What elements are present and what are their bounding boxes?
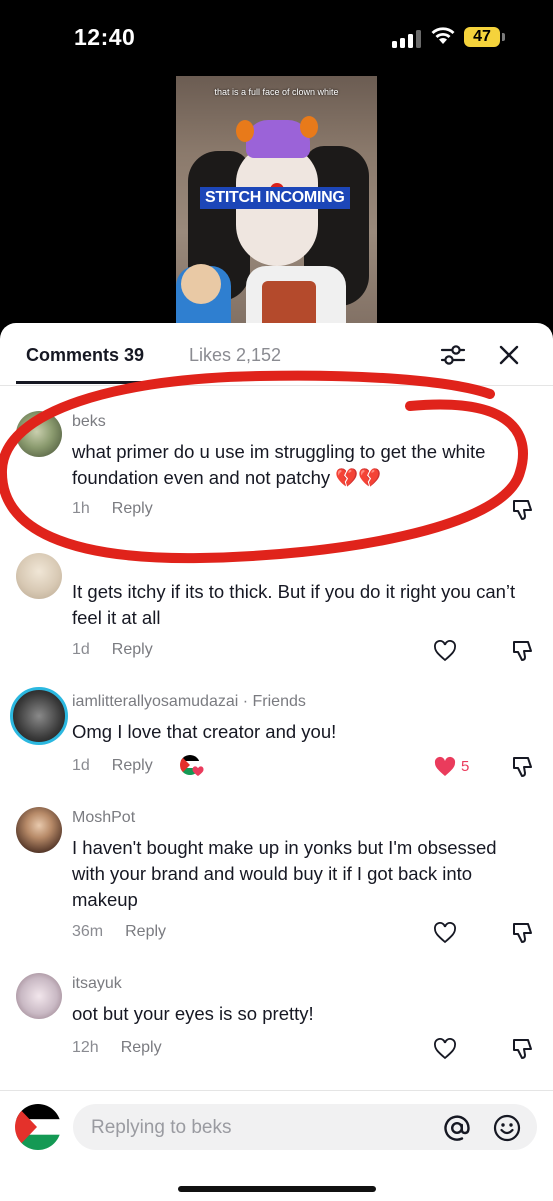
comment-username[interactable]: MoshPot xyxy=(72,809,135,827)
status-time: 12:40 xyxy=(74,24,136,50)
battery-tip xyxy=(502,33,505,41)
filter-icon[interactable] xyxy=(440,343,466,367)
active-tab-indicator xyxy=(16,381,164,384)
comment-meta: 36m Reply xyxy=(72,923,166,941)
comment-text: I haven't bought make up in yonks but I'… xyxy=(72,837,497,910)
close-icon[interactable] xyxy=(498,344,520,366)
reply-bar: Replying to beks xyxy=(0,1090,553,1201)
dislike-icon[interactable] xyxy=(510,639,534,663)
heart-icon[interactable] xyxy=(433,922,457,944)
comment-text: oot but your eyes is so pretty! xyxy=(72,1003,314,1024)
comment-input-placeholder: Replying to beks xyxy=(91,1117,232,1138)
avatar[interactable] xyxy=(16,553,62,599)
battery-indicator: 47 xyxy=(464,27,500,47)
comment-text: Omg I love that creator and you! xyxy=(72,721,337,742)
comments-sheet: Comments 39 Likes 2,152 beks what primer… xyxy=(0,323,553,1200)
emoji-icon[interactable] xyxy=(493,1114,521,1142)
heart-icon[interactable] xyxy=(433,640,457,662)
comment-username[interactable]: beks xyxy=(72,413,106,431)
tab-bar: Comments 39 Likes 2,152 xyxy=(0,323,553,386)
avatar[interactable] xyxy=(10,687,68,745)
reply-button[interactable]: Reply xyxy=(121,1039,162,1056)
reply-button[interactable]: Reply xyxy=(112,500,153,517)
avatar[interactable] xyxy=(16,807,62,853)
at-icon[interactable] xyxy=(443,1114,471,1142)
comment-text: It gets itchy if its to thick. But if yo… xyxy=(72,581,516,628)
video-banner: STITCH INCOMING xyxy=(200,187,350,209)
dislike-icon[interactable] xyxy=(510,498,534,522)
palestine-flag-icon[interactable] xyxy=(15,1104,61,1150)
reply-button[interactable]: Reply xyxy=(112,757,153,774)
reply-button[interactable]: Reply xyxy=(125,923,166,940)
comment-input[interactable]: Replying to beks xyxy=(73,1104,537,1150)
comment-username[interactable]: itsayuk xyxy=(72,975,122,993)
wifi-icon xyxy=(431,27,455,44)
comment-meta: 1d Reply xyxy=(72,757,153,775)
dislike-icon[interactable] xyxy=(510,921,534,945)
signal-icon xyxy=(392,30,422,48)
like-count: 5 xyxy=(461,758,470,775)
heart-icon[interactable] xyxy=(433,756,457,778)
comment-meta: 12h Reply xyxy=(72,1039,162,1057)
heart-icon[interactable] xyxy=(433,1038,457,1060)
home-indicator xyxy=(178,1186,376,1192)
comment-username[interactable]: iamlitterallyosamudazai · Friends xyxy=(72,693,306,711)
status-bar: 12:40 47 xyxy=(0,0,553,76)
comment-time: 1h xyxy=(72,500,90,517)
comment-time: 1d xyxy=(72,641,90,658)
dislike-icon[interactable] xyxy=(510,1037,534,1061)
avatar[interactable] xyxy=(16,973,62,1019)
tab-comments[interactable]: Comments 39 xyxy=(26,345,144,366)
comment-text: what primer do u use im struggling to ge… xyxy=(72,441,486,488)
comment-time: 36m xyxy=(72,923,104,940)
comment-time: 12h xyxy=(72,1039,99,1056)
dislike-icon[interactable] xyxy=(510,755,534,779)
tab-likes[interactable]: Likes 2,152 xyxy=(189,345,281,366)
palestine-flag-icon xyxy=(180,755,204,776)
comment-meta: 1h Reply xyxy=(72,500,153,518)
avatar[interactable] xyxy=(16,411,62,457)
reply-button[interactable]: Reply xyxy=(112,641,153,658)
video-caption: that is a full face of clown white xyxy=(214,87,339,97)
video-thumbnail[interactable]: that is a full face of clown white STITC… xyxy=(176,76,377,336)
comment-time: 1d xyxy=(72,757,90,774)
comment-meta: 1d Reply xyxy=(72,641,153,659)
